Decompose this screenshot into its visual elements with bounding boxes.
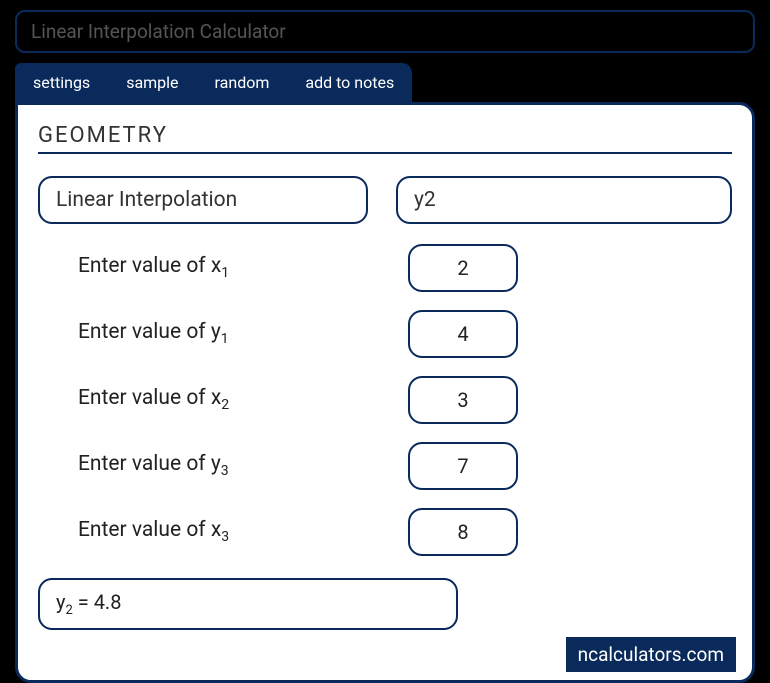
label-x2: Enter value of x2 [38, 386, 408, 413]
input-x1[interactable] [408, 244, 518, 292]
input-y3[interactable] [408, 442, 518, 490]
label-y1: Enter value of y1 [38, 320, 408, 347]
input-x3[interactable] [408, 508, 518, 556]
section-header: GEOMETRY [38, 123, 732, 154]
calculator-panel: GEOMETRY Linear Interpolation y2 Enter v… [15, 102, 755, 683]
row-x3: Enter value of x3 [38, 508, 732, 556]
row-x1: Enter value of x1 [38, 244, 732, 292]
row-y1: Enter value of y1 [38, 310, 732, 358]
page-title: Linear Interpolation Calculator [15, 10, 755, 53]
target-selector[interactable]: y2 [396, 176, 732, 224]
input-x2[interactable] [408, 376, 518, 424]
result-output: y2 = 4.8 [38, 578, 458, 630]
tab-add-to-notes[interactable]: add to notes [287, 63, 412, 102]
tab-bar: settings sample random add to notes [15, 63, 755, 102]
row-x2: Enter value of x2 [38, 376, 732, 424]
row-y3: Enter value of y3 [38, 442, 732, 490]
label-x3: Enter value of x3 [38, 518, 408, 545]
tab-sample[interactable]: sample [108, 63, 196, 102]
watermark: ncalculators.com [566, 637, 736, 672]
input-y1[interactable] [408, 310, 518, 358]
label-x1: Enter value of x1 [38, 254, 408, 281]
label-y3: Enter value of y3 [38, 452, 408, 479]
tab-settings[interactable]: settings [15, 63, 108, 102]
method-selector[interactable]: Linear Interpolation [38, 176, 368, 224]
selector-row: Linear Interpolation y2 [38, 176, 732, 224]
tab-random[interactable]: random [197, 63, 288, 102]
